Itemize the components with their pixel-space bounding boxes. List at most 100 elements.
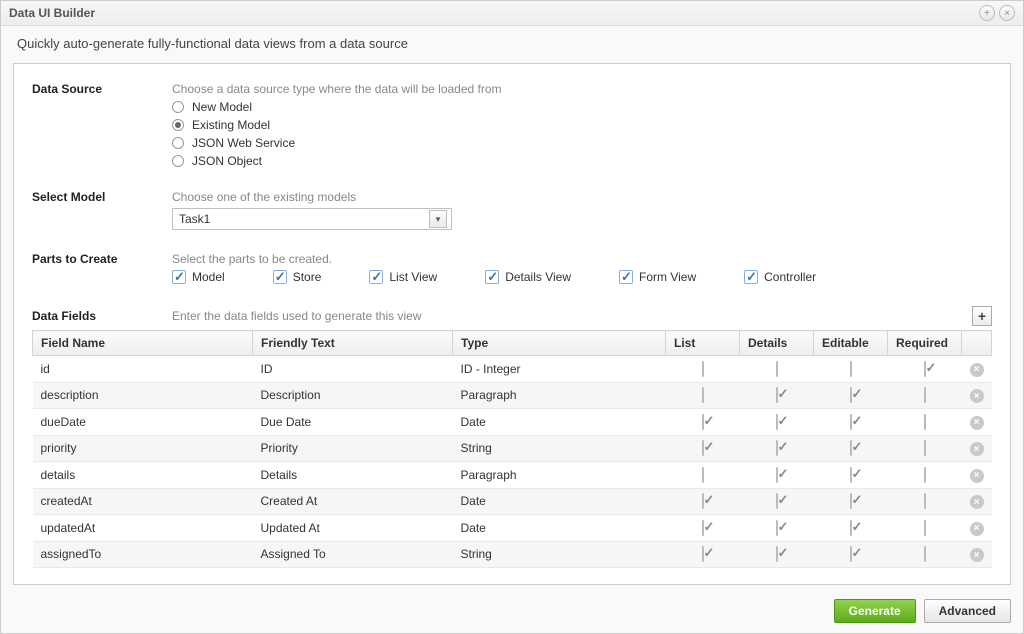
checkbox-icon[interactable] (702, 387, 704, 403)
col-field-name[interactable]: Field Name (33, 331, 253, 356)
cell-friendly-text[interactable]: Due Date (253, 409, 453, 436)
generate-button[interactable]: Generate (834, 599, 916, 623)
cell-friendly-text[interactable]: Assigned To (253, 541, 453, 568)
cell-field-name[interactable]: priority (33, 435, 253, 462)
col-details[interactable]: Details (740, 331, 814, 356)
checkbox-icon[interactable] (702, 414, 704, 430)
delete-row-icon[interactable]: × (970, 363, 984, 377)
cell-field-name[interactable]: details (33, 462, 253, 489)
col-type[interactable]: Type (453, 331, 666, 356)
cell-field-name[interactable]: assignedTo (33, 541, 253, 568)
checkbox-icon[interactable] (850, 493, 852, 509)
plus-icon[interactable]: + (979, 5, 995, 21)
delete-row-icon[interactable]: × (970, 495, 984, 509)
cell-type[interactable]: String (453, 435, 666, 462)
checkbox-icon[interactable] (776, 387, 778, 403)
parts-checkbox-item[interactable]: Controller (744, 270, 816, 284)
checkbox-icon[interactable] (619, 270, 633, 284)
checkbox-icon[interactable] (776, 493, 778, 509)
cell-field-name[interactable]: updatedAt (33, 515, 253, 542)
cell-friendly-text[interactable]: Updated At (253, 515, 453, 542)
table-row[interactable]: createdAtCreated AtDate× (33, 488, 992, 515)
checkbox-icon[interactable] (924, 387, 926, 403)
checkbox-icon[interactable] (850, 467, 852, 483)
checkbox-icon[interactable] (702, 546, 704, 562)
select-model-dropdown[interactable]: Task1 ▾ (172, 208, 452, 230)
checkbox-icon[interactable] (776, 546, 778, 562)
checkbox-icon[interactable] (485, 270, 499, 284)
delete-row-icon[interactable]: × (970, 469, 984, 483)
cell-friendly-text[interactable]: Created At (253, 488, 453, 515)
add-field-button[interactable]: + (972, 306, 992, 326)
checkbox-icon[interactable] (369, 270, 383, 284)
parts-checkbox-item[interactable]: Details View (485, 270, 571, 284)
table-row[interactable]: assignedToAssigned ToString × (33, 541, 992, 568)
cell-type[interactable]: Date (453, 488, 666, 515)
col-editable[interactable]: Editable (814, 331, 888, 356)
checkbox-icon[interactable] (702, 361, 704, 377)
radio-icon[interactable] (172, 101, 184, 113)
cell-type[interactable]: ID - Integer (453, 356, 666, 383)
checkbox-icon[interactable] (850, 361, 852, 377)
cell-type[interactable]: Date (453, 409, 666, 436)
radio-icon[interactable] (172, 155, 184, 167)
delete-row-icon[interactable]: × (970, 416, 984, 430)
table-row[interactable]: priorityPriorityString× (33, 435, 992, 462)
checkbox-icon[interactable] (850, 440, 852, 456)
cell-type[interactable]: Paragraph (453, 462, 666, 489)
delete-row-icon[interactable]: × (970, 548, 984, 562)
data-source-option[interactable]: New Model (172, 100, 992, 114)
table-row[interactable]: dueDateDue DateDate × (33, 409, 992, 436)
cell-friendly-text[interactable]: ID (253, 356, 453, 383)
delete-row-icon[interactable]: × (970, 389, 984, 403)
cell-type[interactable]: Paragraph (453, 382, 666, 409)
checkbox-icon[interactable] (924, 414, 926, 430)
checkbox-icon[interactable] (924, 493, 926, 509)
col-friendly[interactable]: Friendly Text (253, 331, 453, 356)
parts-checkbox-item[interactable]: List View (369, 270, 437, 284)
delete-row-icon[interactable]: × (970, 522, 984, 536)
checkbox-icon[interactable] (172, 270, 186, 284)
checkbox-icon[interactable] (776, 361, 778, 377)
chevron-down-icon[interactable]: ▾ (429, 210, 447, 228)
checkbox-icon[interactable] (850, 546, 852, 562)
checkbox-icon[interactable] (776, 520, 778, 536)
radio-icon[interactable] (172, 119, 184, 131)
checkbox-icon[interactable] (924, 440, 926, 456)
col-list[interactable]: List (666, 331, 740, 356)
checkbox-icon[interactable] (850, 520, 852, 536)
cell-field-name[interactable]: dueDate (33, 409, 253, 436)
cell-friendly-text[interactable]: Details (253, 462, 453, 489)
checkbox-icon[interactable] (702, 520, 704, 536)
data-source-option[interactable]: JSON Web Service (172, 136, 992, 150)
col-required[interactable]: Required (888, 331, 962, 356)
cell-type[interactable]: String (453, 541, 666, 568)
checkbox-icon[interactable] (776, 440, 778, 456)
checkbox-icon[interactable] (850, 414, 852, 430)
checkbox-icon[interactable] (924, 361, 926, 377)
cell-friendly-text[interactable]: Priority (253, 435, 453, 462)
cell-type[interactable]: Date (453, 515, 666, 542)
checkbox-icon[interactable] (850, 387, 852, 403)
parts-checkbox-item[interactable]: Store (273, 270, 322, 284)
advanced-button[interactable]: Advanced (924, 599, 1011, 623)
table-row[interactable]: updatedAtUpdated AtDate × (33, 515, 992, 542)
table-row[interactable]: descriptionDescriptionParagraph × (33, 382, 992, 409)
checkbox-icon[interactable] (776, 414, 778, 430)
cell-friendly-text[interactable]: Description (253, 382, 453, 409)
checkbox-icon[interactable] (702, 440, 704, 456)
table-row[interactable]: detailsDetailsParagraph × (33, 462, 992, 489)
checkbox-icon[interactable] (924, 546, 926, 562)
checkbox-icon[interactable] (776, 467, 778, 483)
cell-field-name[interactable]: id (33, 356, 253, 383)
parts-checkbox-item[interactable]: Model (172, 270, 225, 284)
checkbox-icon[interactable] (744, 270, 758, 284)
close-icon[interactable]: × (999, 5, 1015, 21)
data-source-option[interactable]: JSON Object (172, 154, 992, 168)
table-row[interactable]: idIDID - Integer × (33, 356, 992, 383)
checkbox-icon[interactable] (702, 467, 704, 483)
checkbox-icon[interactable] (702, 493, 704, 509)
cell-field-name[interactable]: description (33, 382, 253, 409)
data-source-option[interactable]: Existing Model (172, 118, 992, 132)
checkbox-icon[interactable] (924, 467, 926, 483)
